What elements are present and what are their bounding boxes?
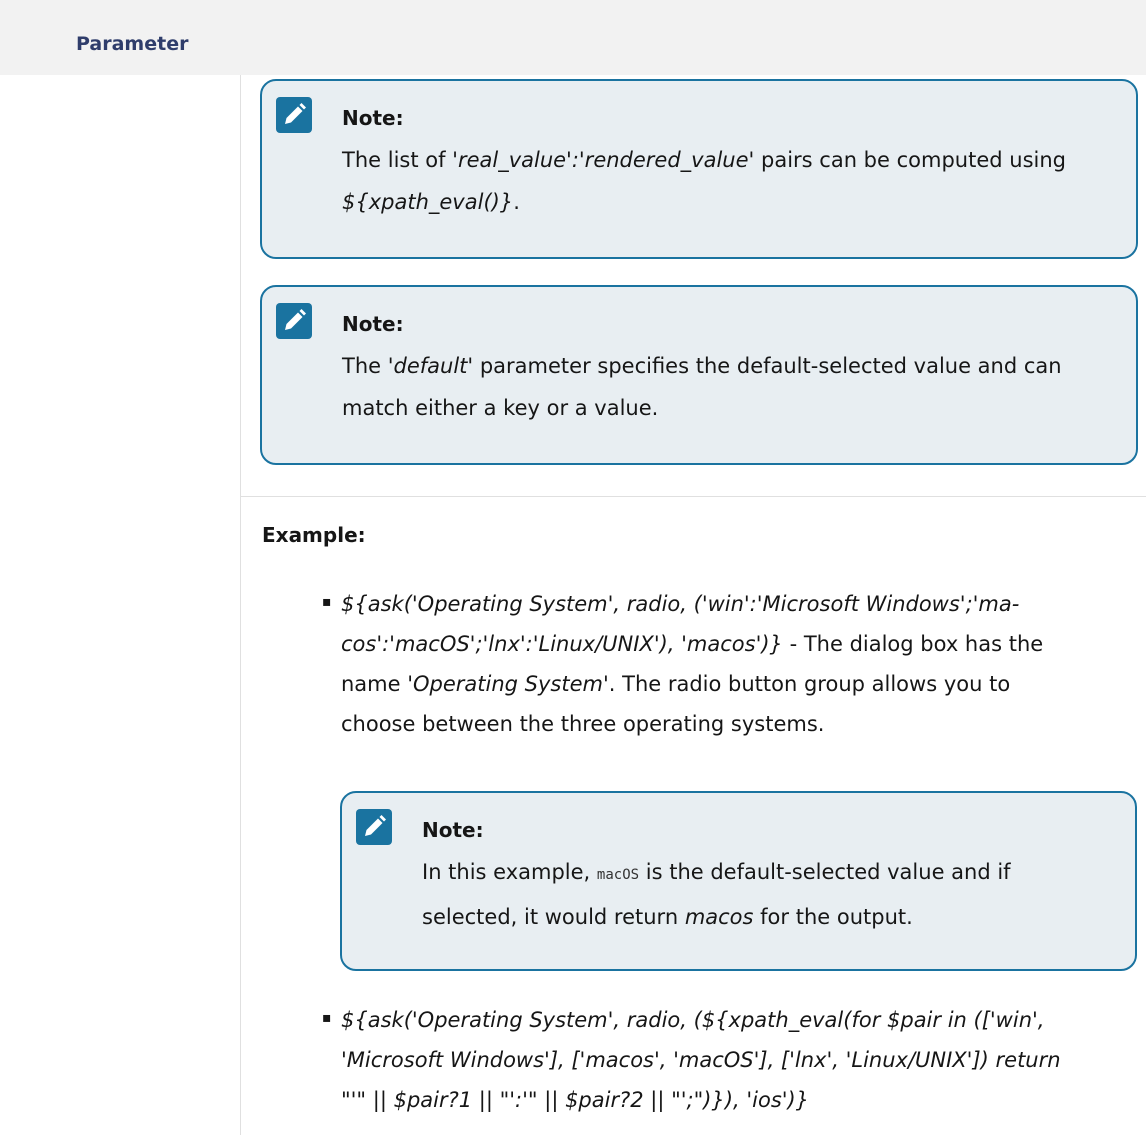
note-body: In this example, macOS is the default-se… <box>422 860 1011 929</box>
example-heading: Example: <box>262 523 366 547</box>
table-header-row: Parameter <box>0 0 1146 75</box>
emphasis: 'Operating System' <box>407 672 609 696</box>
list-item: ${ask('Operating System', radio, ('win':… <box>341 592 1044 736</box>
pencil-note-icon <box>276 303 312 339</box>
code-expression: ${ask('Operating System', radio, ('win':… <box>341 592 1020 616</box>
emphasis: ${xpath_eval()} <box>342 190 514 214</box>
note-box-default-parameter: Note: The 'default' parameter specifies … <box>260 285 1138 465</box>
pencil-note-icon <box>276 97 312 133</box>
emphasis: 'default' <box>387 354 474 378</box>
note-box-example: Note: In this example, macOS is the defa… <box>340 791 1137 971</box>
emphasis: 'real_value':'rendered_value' <box>452 148 755 172</box>
code-expression: 'Microsoft Windows'], ['macos', 'macOS']… <box>341 1048 1061 1072</box>
note-body: The 'default' parameter specifies the de… <box>342 354 1062 420</box>
note-title: Note: <box>342 312 404 336</box>
parameter-column-header: Parameter <box>76 33 189 55</box>
note-body: The list of 'real_value':'rendered_value… <box>342 148 1066 214</box>
note-box-computed-pairs: Note: The list of 'real_value':'rendered… <box>260 79 1138 259</box>
parameter-table: Parameter Note: The list of 'real_value'… <box>0 0 1146 1135</box>
code-expression: ${ask('Operating System', radio, (${xpat… <box>341 1008 1045 1032</box>
list-bullet: ▪ <box>322 1010 332 1026</box>
pencil-note-icon <box>356 809 392 845</box>
list-item: ${ask('Operating System', radio, (${xpat… <box>341 1000 1141 1120</box>
note-title: Note: <box>342 106 404 130</box>
list-bullet: ▪ <box>322 594 332 610</box>
row-divider <box>241 496 1146 497</box>
code-expression: "'" || $pair?1 || "':'" || $pair?2 || "'… <box>341 1088 810 1112</box>
note-title: Note: <box>422 818 484 842</box>
column-divider <box>240 75 241 1135</box>
emphasis: macos <box>684 905 754 929</box>
code-expression: cos':'macOS';'lnx':'Linux/UNIX'), 'macos… <box>341 632 783 656</box>
inline-code: macOS <box>596 867 640 883</box>
